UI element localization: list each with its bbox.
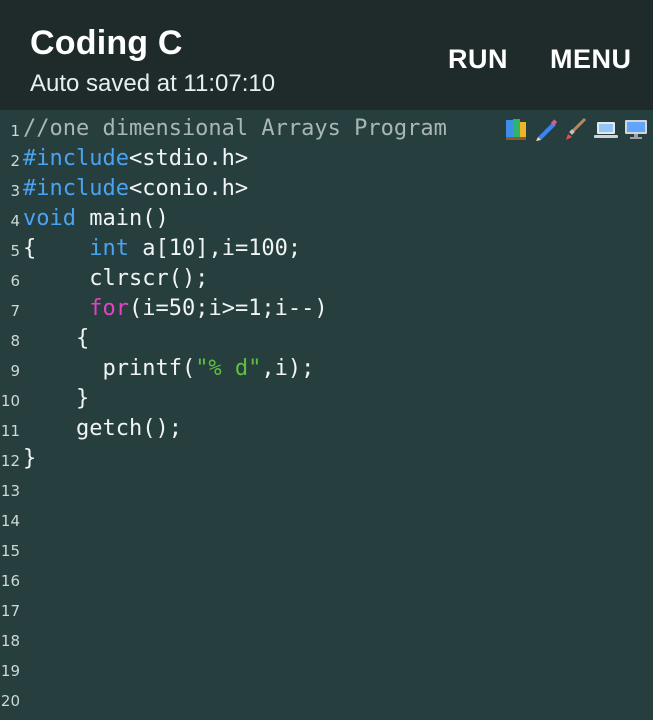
line-number: 10 (0, 392, 20, 410)
app-title: Coding C (30, 24, 183, 62)
code-line[interactable]: 10 } (0, 384, 653, 414)
code-line[interactable]: 20 (0, 684, 653, 714)
autosave-status: Auto saved at 11:07:10 (30, 70, 276, 97)
code-line[interactable]: 2 #include<stdio.h> (0, 144, 653, 174)
line-number: 19 (0, 662, 20, 680)
top-toolbar: Coding C Auto saved at 11:07:10 RUN MENU (0, 0, 653, 110)
code-token: a[10],i=100; (128, 236, 302, 261)
code-token: } (23, 386, 90, 411)
code-text[interactable]: { int a[10],i=100; (23, 234, 301, 264)
line-number: 15 (0, 542, 20, 560)
code-line[interactable]: 4 void main() (0, 204, 653, 234)
code-token: { (23, 326, 90, 351)
code-text[interactable]: getch(); (23, 414, 182, 444)
line-number: 14 (0, 512, 20, 530)
books-icon (503, 116, 529, 142)
line-number: 6 (10, 272, 20, 290)
desktop-computer-icon (623, 116, 649, 142)
code-token: main() (75, 206, 169, 231)
code-token: #include (23, 176, 129, 201)
emoji-group (503, 116, 649, 142)
line-number: 8 (10, 332, 20, 350)
line-number: 18 (0, 632, 20, 650)
paintbrush-icon (563, 116, 589, 142)
code-line[interactable]: 7 for(i=50;i>=1;i--) (0, 294, 653, 324)
code-token: //one dimensional Arrays Program (23, 116, 461, 141)
line-number: 16 (0, 572, 20, 590)
code-text[interactable]: } (23, 444, 36, 474)
code-editor[interactable]: 1//one dimensional Arrays Program 2 #incl… (0, 114, 653, 720)
code-line[interactable]: 18 (0, 624, 653, 654)
code-text[interactable]: //one dimensional Arrays Program (23, 114, 460, 144)
code-line[interactable]: 16 (0, 564, 653, 594)
code-line[interactable]: 11 getch(); (0, 414, 653, 444)
code-line[interactable]: 8 { (0, 324, 653, 354)
line-number: 2 (10, 152, 20, 170)
line-number: 11 (0, 422, 20, 440)
code-token: "% d" (195, 356, 262, 381)
code-line[interactable]: 5{ int a[10],i=100; (0, 234, 653, 264)
line-number: 4 (10, 212, 20, 230)
code-line[interactable]: 3 #include<conio.h> (0, 174, 653, 204)
code-text[interactable]: for(i=50;i>=1;i--) (23, 294, 328, 324)
code-token: for (89, 296, 129, 321)
code-token: int (89, 236, 129, 261)
line-number: 9 (10, 362, 20, 380)
code-token: ,i); (261, 356, 315, 381)
code-token: (i=50;i>=1;i--) (128, 296, 328, 321)
line-number: 3 (10, 182, 20, 200)
menu-button[interactable]: MENU (550, 44, 632, 75)
pencil-icon (533, 116, 559, 142)
run-button[interactable]: RUN (448, 44, 508, 75)
code-line[interactable]: 17 (0, 594, 653, 624)
code-token: clrscr(); (23, 266, 209, 291)
code-text[interactable]: } (23, 384, 89, 414)
code-line[interactable]: 13 (0, 474, 653, 504)
code-token: #include (23, 146, 129, 171)
code-token: getch(); (23, 416, 182, 441)
code-text[interactable]: { (23, 324, 89, 354)
code-line[interactable]: 9 printf("% d",i); (0, 354, 653, 384)
code-token: <stdio.h> (128, 146, 249, 171)
code-line[interactable]: 19 (0, 654, 653, 684)
code-token: { (23, 236, 90, 261)
code-line[interactable]: 6 clrscr(); (0, 264, 653, 294)
line-number: 17 (0, 602, 20, 620)
line-number: 7 (10, 302, 20, 320)
code-token: } (23, 446, 37, 471)
code-text[interactable]: #include<stdio.h> (23, 144, 248, 174)
code-text[interactable]: clrscr(); (23, 264, 208, 294)
laptop-icon (593, 116, 619, 142)
line-number: 5 (10, 242, 20, 260)
line-number: 1 (10, 122, 20, 140)
code-line[interactable]: 12} (0, 444, 653, 474)
line-number: 12 (0, 452, 20, 470)
code-text[interactable]: #include<conio.h> (23, 174, 248, 204)
code-line[interactable]: 15 (0, 534, 653, 564)
code-text[interactable]: printf("% d",i); (23, 354, 314, 384)
code-token: printf( (23, 356, 196, 381)
code-token: void (23, 206, 76, 231)
code-token: <conio.h> (128, 176, 249, 201)
code-line[interactable]: 14 (0, 504, 653, 534)
code-text[interactable]: void main() (23, 204, 169, 234)
code-line[interactable]: 1//one dimensional Arrays Program (0, 114, 653, 144)
line-number: 13 (0, 482, 20, 500)
app-window: Coding C Auto saved at 11:07:10 RUN MENU… (0, 0, 653, 720)
line-number: 20 (0, 692, 20, 710)
